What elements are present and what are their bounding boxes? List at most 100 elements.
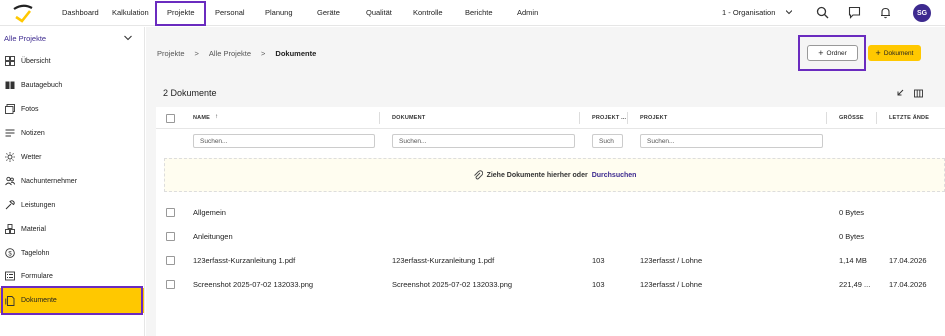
row-size: 1,14 MB (839, 256, 867, 265)
add-folder-button[interactable]: + Ordner (807, 45, 858, 61)
sidebar-item-material[interactable]: Material (0, 220, 144, 238)
dashboard-icon (5, 56, 15, 66)
plus-icon: + (818, 48, 824, 58)
column-header-letzte-aenderung[interactable]: LETZTE ÄNDE (889, 115, 929, 121)
breadcrumb-projekte[interactable]: Projekte (157, 49, 185, 58)
add-document-label: Dokument (883, 49, 914, 57)
projekt-nr-filter-input[interactable]: Such (592, 134, 623, 148)
column-separator[interactable] (876, 112, 877, 124)
column-header-groesse[interactable]: GRÖSSE (839, 115, 864, 121)
row-checkbox[interactable] (166, 280, 175, 289)
form-icon (5, 271, 15, 281)
nav-projekte-highlight (155, 1, 206, 26)
plus-icon: + (875, 48, 881, 58)
browse-link[interactable]: Durchsuchen (592, 172, 637, 179)
breadcrumb-current: Dokumente (275, 49, 317, 58)
tools-icon (5, 200, 15, 210)
money-icon: $ (5, 248, 15, 258)
project-select[interactable]: Alle Projekte (4, 34, 46, 43)
nav-planung[interactable]: Planung (265, 8, 293, 17)
sidebar-item-wetter[interactable]: Wetter (0, 148, 144, 166)
upload-drop-zone[interactable]: Ziehe Dokumente hierher oder Durchsuchen (164, 158, 945, 192)
drop-zone-text: Ziehe Dokumente hierher oder (486, 171, 588, 179)
sidebar-item-fotos[interactable]: Fotos (0, 100, 144, 118)
sort-ascending-icon[interactable]: ↑ (215, 114, 218, 120)
row-checkbox[interactable] (166, 256, 175, 265)
sidebar-item-label: Nachunternehmer (21, 177, 78, 185)
nav-kalkulation[interactable]: Kalkulation (112, 8, 149, 17)
sidebar: Alle Projekte Übersicht Bautagebuch Foto… (0, 27, 145, 336)
row-checkbox[interactable] (166, 208, 175, 217)
table-row[interactable]: Screenshot 2025-07-02 132033.png Screens… (156, 274, 945, 296)
nav-geraete[interactable]: Geräte (317, 8, 340, 17)
row-checkbox[interactable] (166, 232, 175, 241)
sidebar-item-label: Leistungen (21, 201, 56, 209)
column-header-dokument[interactable]: DOKUMENT (392, 115, 425, 121)
table-row[interactable]: Allgemein 0 Bytes (156, 202, 945, 224)
add-folder-label: Ordner (826, 49, 847, 57)
nav-personal[interactable]: Personal (215, 8, 245, 17)
row-size: 0 Bytes (839, 232, 865, 241)
sidebar-item-label: Übersicht (21, 57, 51, 65)
sidebar-item-leistungen[interactable]: Leistungen (0, 196, 144, 214)
select-all-checkbox[interactable] (166, 114, 175, 123)
sidebar-item-notizen[interactable]: Notizen (0, 124, 144, 142)
nav-dashboard[interactable]: Dashboard (62, 8, 99, 17)
main-content: Projekte > Alle Projekte > Dokumente + O… (146, 27, 945, 336)
column-separator[interactable] (379, 112, 380, 124)
sidebar-item-label: Bautagebuch (21, 81, 63, 89)
notes-icon (5, 128, 15, 138)
columns-icon[interactable] (914, 89, 923, 98)
organisation-select[interactable]: 1 - Organisation (722, 8, 775, 17)
top-nav: Dashboard Kalkulation Projekte Personal … (0, 0, 945, 26)
sidebar-item-bautagebuch[interactable]: Bautagebuch (0, 76, 144, 94)
sidebar-item-nachunternehmer[interactable]: Nachunternehmer (0, 172, 144, 190)
sidebar-item-label: Notizen (21, 129, 45, 137)
app-logo-icon[interactable] (10, 3, 36, 23)
row-name[interactable]: Screenshot 2025-07-02 132033.png (193, 280, 313, 289)
row-document: 123erfasst-Kurzanleitung 1.pdf (392, 256, 495, 265)
nav-berichte[interactable]: Berichte (465, 8, 493, 17)
dokument-filter-input[interactable]: Suchen... (392, 134, 575, 148)
row-name[interactable]: Anleitungen (193, 232, 233, 241)
column-separator[interactable] (826, 112, 827, 124)
chat-icon[interactable] (848, 6, 861, 19)
row-last-modified: 17.04.2026 (889, 256, 927, 265)
breadcrumb-alle-projekte[interactable]: Alle Projekte (209, 49, 251, 58)
nav-admin[interactable]: Admin (517, 8, 538, 17)
document-count-title: 2 Dokumente (163, 88, 217, 98)
breadcrumb-separator: > (261, 49, 266, 58)
row-name[interactable]: Allgemein (193, 208, 226, 217)
svg-text:$: $ (8, 251, 12, 257)
nav-kontrolle[interactable]: Kontrolle (413, 8, 443, 17)
projekt-filter-input[interactable]: Suchen... (640, 134, 823, 148)
sidebar-item-formulare[interactable]: Formulare (0, 267, 144, 285)
column-header-projekt-nr[interactable]: PROJEKT ... (592, 115, 626, 121)
collapse-icon[interactable] (895, 89, 904, 98)
sidebar-item-label: Tagelohn (21, 249, 50, 257)
row-project-number: 103 (592, 280, 605, 289)
row-size: 221,49 ... (839, 280, 871, 289)
documents-table: NAME ↑ DOKUMENT PROJEKT ... PROJEKT GRÖS… (156, 107, 945, 336)
row-document: Screenshot 2025-07-02 132033.png (392, 280, 513, 289)
table-row[interactable]: 123erfasst-Kurzanleitung 1.pdf 123erfass… (156, 250, 945, 272)
table-header: NAME ↑ DOKUMENT PROJEKT ... PROJEKT GRÖS… (156, 107, 945, 129)
column-header-projekt[interactable]: PROJEKT (640, 115, 667, 121)
column-separator[interactable] (627, 112, 628, 124)
avatar[interactable]: SG (913, 4, 931, 22)
name-filter-input[interactable]: Suchen... (193, 134, 375, 148)
table-row[interactable]: Anleitungen 0 Bytes (156, 226, 945, 248)
nav-qualitaet[interactable]: Qualität (366, 8, 392, 17)
row-project: 123erfasst / Lohne (640, 256, 703, 265)
bell-icon[interactable] (879, 6, 892, 19)
people-icon (5, 176, 15, 186)
sidebar-item-tagelohn[interactable]: $ Tagelohn (0, 244, 144, 262)
column-separator[interactable] (579, 112, 580, 124)
column-header-name[interactable]: NAME (193, 115, 210, 121)
chevron-down-icon[interactable] (786, 9, 792, 15)
sidebar-item-uebersicht[interactable]: Übersicht (0, 52, 144, 70)
add-document-button[interactable]: + Dokument (868, 45, 921, 61)
chevron-down-icon[interactable] (124, 35, 132, 41)
search-icon[interactable] (816, 6, 829, 19)
row-name[interactable]: 123erfasst-Kurzanleitung 1.pdf (193, 256, 295, 265)
